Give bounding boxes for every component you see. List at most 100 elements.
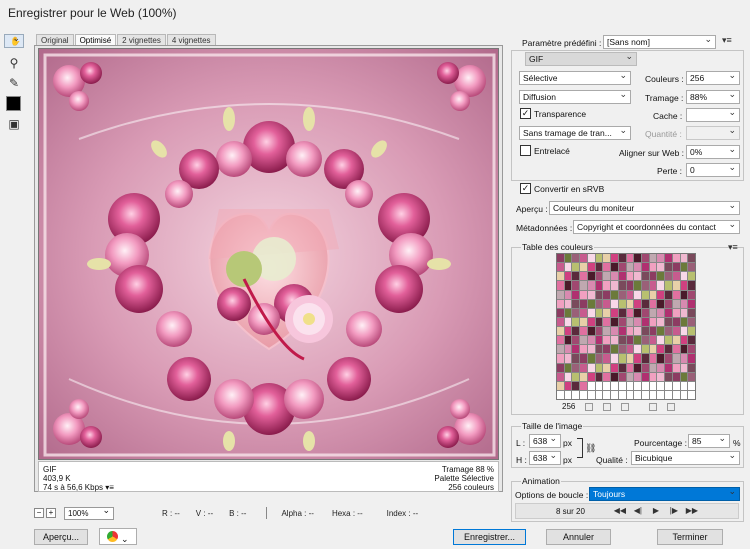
color-swatch[interactable] (649, 390, 657, 399)
previous-frame-icon[interactable]: ◀| (629, 505, 647, 517)
color-swatch[interactable] (618, 336, 626, 345)
color-swatch[interactable] (680, 372, 688, 381)
color-swatch[interactable] (557, 290, 564, 299)
color-swatch[interactable] (665, 363, 672, 372)
color-swatch[interactable] (626, 336, 634, 345)
color-swatch[interactable] (611, 336, 618, 345)
color-swatch[interactable] (611, 317, 618, 326)
color-swatch[interactable] (641, 308, 649, 317)
color-swatch[interactable] (680, 263, 688, 272)
color-swatch[interactable] (557, 254, 564, 263)
color-swatch[interactable] (688, 308, 695, 317)
format-select[interactable]: GIF (525, 52, 637, 66)
color-swatch[interactable] (665, 263, 672, 272)
color-swatch[interactable] (649, 254, 657, 263)
color-swatch[interactable] (603, 345, 611, 354)
zoom-select[interactable]: 100% (64, 505, 114, 520)
color-swatch[interactable] (618, 299, 626, 308)
color-swatch[interactable] (657, 308, 665, 317)
color-swatch[interactable] (649, 317, 657, 326)
color-swatch[interactable] (641, 317, 649, 326)
color-swatch[interactable] (611, 345, 618, 354)
color-swatch[interactable] (564, 336, 572, 345)
color-swatch[interactable] (580, 372, 587, 381)
color-swatch[interactable] (672, 281, 680, 290)
color-swatch[interactable] (564, 345, 572, 354)
color-swatch[interactable] (564, 372, 572, 381)
color-swatch[interactable] (618, 254, 626, 263)
download-rate-menu-icon[interactable]: ▾≡ (105, 483, 114, 492)
web-snap-select[interactable]: 0% (686, 145, 740, 159)
color-swatch[interactable] (649, 354, 657, 363)
percent-field[interactable]: 85 (688, 434, 730, 448)
color-swatch[interactable] (557, 327, 564, 336)
color-swatch[interactable] (680, 308, 688, 317)
color-swatch[interactable] (634, 263, 641, 272)
color-swatch[interactable] (557, 345, 564, 354)
color-swatch[interactable] (564, 327, 572, 336)
color-swatch[interactable] (572, 308, 580, 317)
color-swatch[interactable] (603, 317, 611, 326)
eyedropper-color-swatch[interactable] (6, 96, 21, 111)
color-swatch[interactable] (657, 299, 665, 308)
color-swatch[interactable] (626, 281, 634, 290)
last-frame-icon[interactable]: ▶▶ (683, 505, 701, 517)
color-swatch[interactable] (572, 317, 580, 326)
height-field[interactable]: 638 (529, 451, 561, 465)
image-preview[interactable] (38, 48, 499, 460)
color-swatch[interactable] (626, 372, 634, 381)
color-swatch[interactable] (641, 290, 649, 299)
color-swatch[interactable] (626, 317, 634, 326)
color-swatch[interactable] (672, 272, 680, 281)
color-swatch[interactable] (580, 299, 587, 308)
preset-select[interactable]: [Sans nom] (603, 35, 716, 49)
color-swatch[interactable] (665, 336, 672, 345)
color-swatch[interactable] (680, 317, 688, 326)
color-swatch[interactable] (572, 263, 580, 272)
color-swatch[interactable] (557, 381, 564, 390)
matte-select[interactable] (686, 108, 740, 122)
color-swatch[interactable] (688, 372, 695, 381)
color-swatch[interactable] (634, 336, 641, 345)
done-button[interactable]: Terminer (657, 529, 723, 545)
color-swatch[interactable] (595, 390, 603, 399)
color-swatch[interactable] (618, 308, 626, 317)
color-swatch[interactable] (634, 281, 641, 290)
color-swatch[interactable] (665, 272, 672, 281)
color-swatch[interactable] (657, 327, 665, 336)
color-swatch[interactable] (634, 345, 641, 354)
color-swatch[interactable] (626, 363, 634, 372)
color-swatch[interactable] (618, 317, 626, 326)
preset-menu-icon[interactable]: ▾≡ (722, 35, 732, 46)
color-swatch[interactable] (580, 336, 587, 345)
color-swatch[interactable] (580, 390, 587, 399)
color-swatch[interactable] (587, 272, 595, 281)
color-swatch[interactable] (665, 390, 672, 399)
color-swatch[interactable] (587, 281, 595, 290)
color-swatch[interactable] (641, 372, 649, 381)
color-swatch[interactable] (587, 336, 595, 345)
color-swatch[interactable] (580, 354, 587, 363)
metadata-select[interactable]: Copyright et coordonnées du contact (573, 220, 740, 234)
color-swatch[interactable] (564, 390, 572, 399)
cancel-button[interactable]: Annuler (546, 529, 611, 545)
color-swatch[interactable] (626, 290, 634, 299)
color-swatch[interactable] (557, 372, 564, 381)
color-swatch[interactable] (649, 372, 657, 381)
color-swatch[interactable] (611, 299, 618, 308)
color-swatch[interactable] (688, 254, 695, 263)
color-swatch[interactable] (665, 299, 672, 308)
color-swatch[interactable] (680, 363, 688, 372)
color-swatch[interactable] (688, 281, 695, 290)
color-swatch[interactable] (572, 354, 580, 363)
link-icon[interactable]: ⛓ (585, 443, 596, 454)
color-swatch[interactable] (603, 263, 611, 272)
color-swatch[interactable] (672, 299, 680, 308)
color-swatch[interactable] (595, 308, 603, 317)
loop-select[interactable]: Toujours (589, 487, 740, 501)
delete-color-icon[interactable] (667, 402, 676, 411)
color-swatch[interactable] (587, 263, 595, 272)
color-swatch[interactable] (665, 317, 672, 326)
color-swatch[interactable] (587, 254, 595, 263)
color-swatch[interactable] (657, 390, 665, 399)
